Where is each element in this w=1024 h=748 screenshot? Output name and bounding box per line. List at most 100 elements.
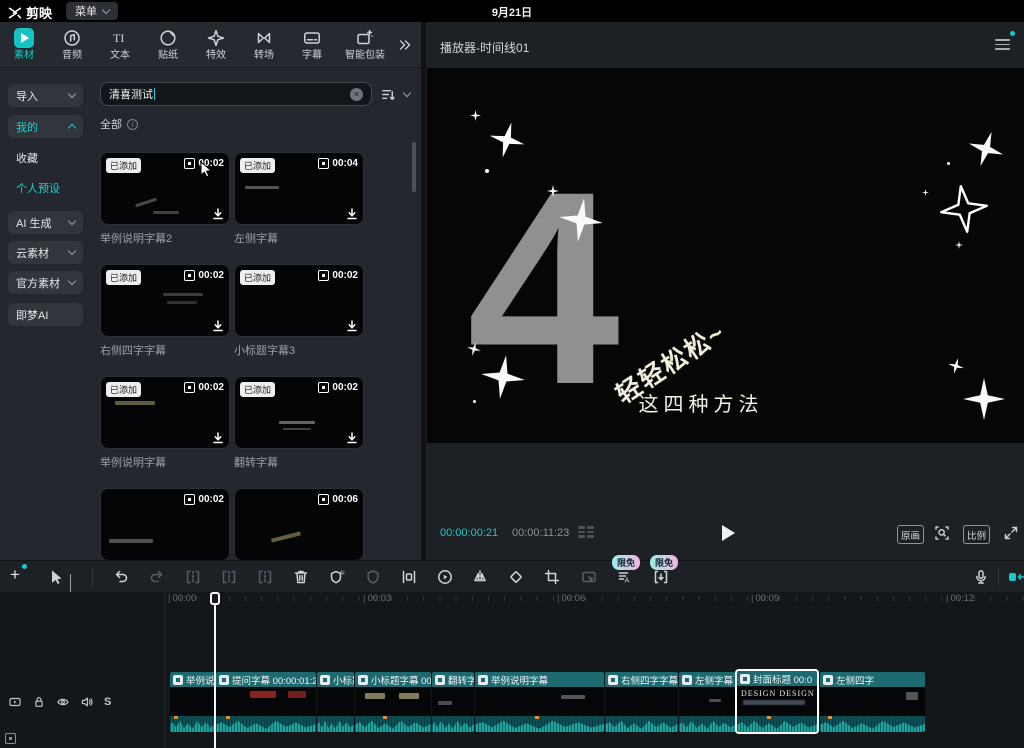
delete-button[interactable] <box>292 568 310 586</box>
sidebar-item-personal-presets[interactable]: 个人预设 <box>16 180 60 196</box>
chevron-down-icon[interactable] <box>403 89 411 97</box>
template-icon <box>318 158 329 169</box>
material-thumbnail: 00:06 <box>234 488 364 560</box>
tab-material[interactable]: 素材 <box>0 28 48 61</box>
material-card[interactable]: 已添加 00:02 小标题字幕3 <box>234 264 364 356</box>
play-button[interactable] <box>722 525 735 541</box>
audio-waveform <box>432 716 474 732</box>
add-media-button[interactable]: + <box>10 566 20 583</box>
tab-transitions[interactable]: 转场 <box>240 28 288 61</box>
auto-lyrics-icon[interactable] <box>652 568 670 586</box>
duration-label: 00:06 <box>332 494 358 505</box>
solo-track-icon[interactable]: S <box>104 696 111 708</box>
mask-icon[interactable] <box>364 568 382 586</box>
rotate-icon[interactable] <box>507 568 525 586</box>
fullscreen-icon[interactable] <box>1002 524 1020 542</box>
ratio-chip[interactable]: 比例 <box>963 525 990 544</box>
total-timecode: 00:00:11:23 <box>512 527 569 539</box>
timeline-clip[interactable]: 提问字幕 00:00:01:2 <box>216 672 316 732</box>
material-card[interactable]: 已添加 00:02 翻转字幕 <box>234 376 364 468</box>
split-right-icon[interactable] <box>256 568 274 586</box>
split-left-icon[interactable] <box>184 568 202 586</box>
split-icon[interactable] <box>220 568 238 586</box>
svg-text:A: A <box>625 578 630 585</box>
material-card[interactable]: 已添加 00:02 举例说明字幕 <box>100 376 230 468</box>
timeline-settings-icon[interactable] <box>5 733 16 744</box>
preview-layout-icon[interactable] <box>578 526 594 538</box>
ribbon-expand-button[interactable] <box>396 36 414 54</box>
sidebar-item-ai-generate[interactable]: AI 生成 <box>8 211 83 234</box>
sidebar-item-jimeng-ai[interactable]: 即梦AI <box>8 303 83 326</box>
freeze-frame-icon[interactable] <box>400 568 418 586</box>
sidebar-item-mine[interactable]: 我的 <box>8 115 83 138</box>
pip-icon[interactable] <box>580 568 598 586</box>
download-icon[interactable] <box>346 208 358 220</box>
timeline-clip[interactable]: 举例说明字幕 <box>475 672 604 732</box>
record-audio-icon[interactable] <box>972 568 990 586</box>
timeline-clip[interactable]: 小标题 <box>317 672 354 732</box>
chevron-down-icon[interactable] <box>70 574 71 592</box>
timeline-clip[interactable]: 右侧四字字幕 <box>605 672 678 732</box>
material-card[interactable]: 已添加 00:04 左侧字幕 <box>234 152 364 244</box>
timeline-clip-selected[interactable]: 封面标题 00:0 DESIGN DESIGN <box>735 669 819 734</box>
info-icon: i <box>127 119 138 130</box>
search-value: 清喜测试 <box>109 86 153 102</box>
sidebar-item-favorites[interactable]: 收藏 <box>16 150 38 166</box>
download-icon[interactable] <box>212 208 224 220</box>
timeline-clip[interactable]: 左侧四字 <box>820 672 925 732</box>
timeline-clip[interactable]: 翻转字幕 <box>432 672 474 732</box>
download-icon[interactable] <box>346 320 358 332</box>
playhead-handle[interactable] <box>210 592 220 605</box>
material-card[interactable]: 00:06 <box>234 488 364 560</box>
redo-button[interactable] <box>148 568 166 586</box>
playhead-line[interactable] <box>214 592 216 748</box>
sidebar-item-official-material[interactable]: 官方素材 <box>8 271 83 294</box>
library-scrollbar[interactable] <box>412 142 416 192</box>
quality-chip[interactable]: 原画 <box>897 525 924 544</box>
snap-icon[interactable] <box>1008 569 1024 585</box>
tab-smart-pack[interactable]: 智能包装 <box>336 28 394 61</box>
tab-effects[interactable]: 特效 <box>192 28 240 61</box>
sidebar-item-cloud-material[interactable]: 云素材 <box>8 241 83 264</box>
smart-mask-ai-icon[interactable]: AI <box>328 568 346 586</box>
template-icon <box>682 675 692 685</box>
preview-canvas[interactable]: 4 轻轻松松~ 这四种方法 <box>427 68 1024 443</box>
preview-zoom-icon[interactable] <box>933 524 951 542</box>
player-menu-icon[interactable] <box>995 39 1010 53</box>
lock-track-icon[interactable] <box>32 695 46 709</box>
mirror-icon[interactable] <box>471 568 489 586</box>
left-panel: 素材 音频 TI 文本 贴纸 特效 转场 <box>0 22 421 560</box>
smart-caption-icon[interactable]: A <box>616 568 634 586</box>
download-icon[interactable] <box>212 432 224 444</box>
undo-button[interactable] <box>112 568 130 586</box>
sort-button[interactable] <box>380 86 397 103</box>
text-caret <box>154 88 155 100</box>
select-tool-button[interactable] <box>48 568 66 586</box>
download-icon[interactable] <box>212 320 224 332</box>
hide-track-icon[interactable] <box>56 695 70 709</box>
tab-captions[interactable]: 字幕 <box>288 28 336 61</box>
added-badge: 已添加 <box>106 382 141 397</box>
tab-sticker[interactable]: 贴纸 <box>144 28 192 61</box>
timeline-clip[interactable]: 举例说明 <box>170 672 215 732</box>
player-controls: 00:00:00:21 00:00:11:23 原画 比例 <box>426 518 1024 550</box>
material-card[interactable]: 已添加 00:02 举例说明字幕2 <box>100 152 230 244</box>
timeline-clip[interactable]: 小标题字幕 00: <box>355 672 431 732</box>
speed-icon[interactable] <box>436 568 454 586</box>
player-title: 播放器-时间线01 <box>440 39 529 56</box>
material-card[interactable]: 00:02 <box>100 488 230 560</box>
audio-waveform <box>355 716 431 732</box>
timeline-clip[interactable]: 左侧字幕 <box>679 672 736 732</box>
material-card[interactable]: 已添加 00:02 右侧四字字幕 <box>100 264 230 356</box>
audio-waveform <box>216 716 316 732</box>
clear-search-icon[interactable]: × <box>350 88 363 101</box>
tab-audio[interactable]: 音频 <box>48 28 96 61</box>
filter-all[interactable]: 全部 i <box>100 116 138 132</box>
search-input[interactable]: 清喜测试 × <box>100 82 372 106</box>
crop-icon[interactable] <box>543 568 561 586</box>
material-thumbnail: 已添加 00:02 <box>100 376 230 449</box>
sidebar-item-import[interactable]: 导入 <box>8 84 83 107</box>
mute-track-icon[interactable] <box>80 695 94 709</box>
tab-text[interactable]: TI 文本 <box>96 28 144 61</box>
download-icon[interactable] <box>346 432 358 444</box>
